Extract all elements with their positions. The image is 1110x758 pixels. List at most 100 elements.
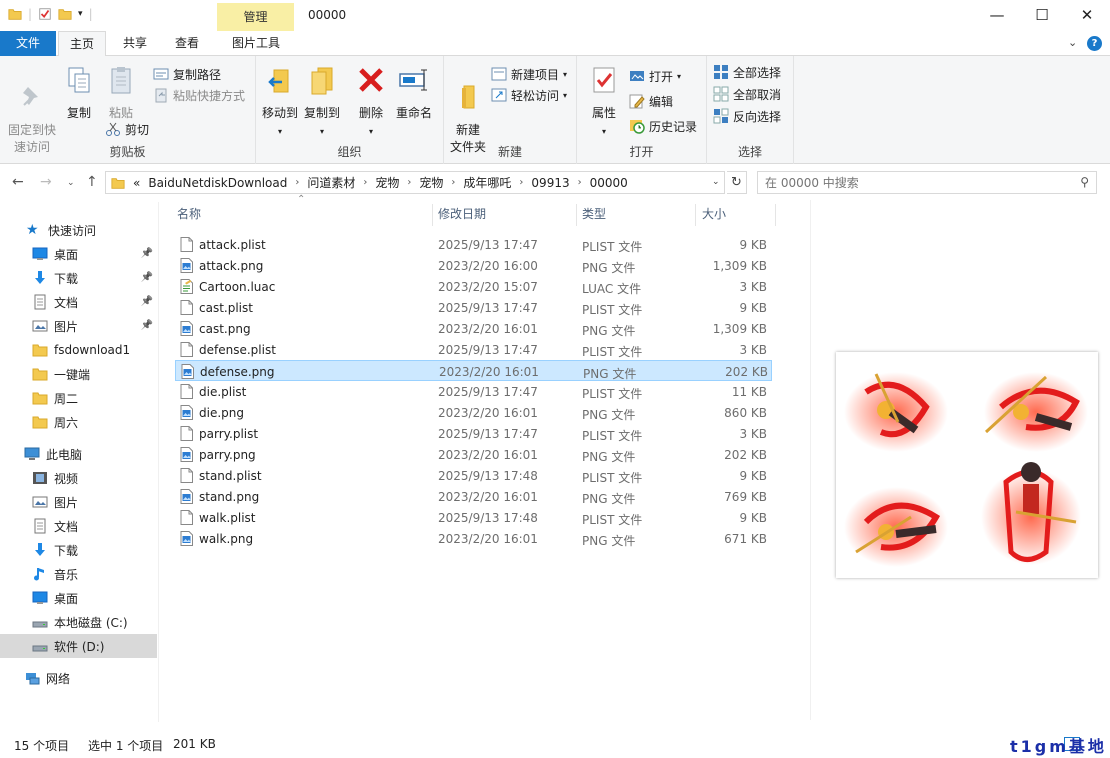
copy-button[interactable]: 复制 — [62, 64, 96, 122]
ribbon-collapse-icon[interactable]: ⌄ — [1068, 36, 1077, 49]
breadcrumb-separator-icon[interactable]: › — [407, 177, 411, 188]
nav-quick-item[interactable]: fsdownload1 — [0, 338, 157, 362]
breadcrumb-overflow[interactable]: « — [133, 176, 140, 190]
nav-pc-item[interactable]: 本地磁盘 (C:) — [0, 610, 157, 634]
file-row[interactable]: stand.plist 2025/9/13 17:48 PLIST 文件 9 KB — [175, 465, 772, 486]
breadcrumb-item[interactable]: 宠物 — [375, 174, 399, 191]
file-type: PNG 文件 — [583, 367, 637, 381]
file-row[interactable]: attack.png 2023/2/20 16:00 PNG 文件 1,309 KB — [175, 255, 772, 276]
preview-divider[interactable] — [810, 200, 811, 720]
copy-to-button[interactable]: 复制到 ▾ — [302, 64, 342, 140]
nav-quick-item[interactable]: 图片 📌 — [0, 314, 157, 338]
file-row[interactable]: walk.plist 2025/9/13 17:48 PLIST 文件 9 KB — [175, 507, 772, 528]
paste-shortcut-button[interactable]: 粘贴快捷方式 — [153, 85, 245, 105]
folder-icon[interactable] — [8, 7, 22, 21]
address-bar[interactable]: « BaiduNetdiskDownload › 问道素材 › 宠物 › 宠物 › 成年… — [105, 171, 725, 194]
column-header-name[interactable]: 名称 — [160, 200, 432, 228]
close-button[interactable]: ✕ — [1064, 0, 1110, 31]
customize-dropdown-icon[interactable]: ▾ — [78, 9, 83, 19]
tab-share[interactable]: 共享 — [112, 31, 158, 56]
nav-this-pc[interactable]: 此电脑 — [0, 442, 157, 466]
column-header-date[interactable]: 修改日期 — [421, 200, 576, 228]
tab-picture-tools[interactable]: 图片工具 — [219, 31, 293, 56]
rename-button[interactable]: 重命名 — [392, 64, 436, 122]
breadcrumb-separator-icon[interactable]: › — [519, 177, 523, 188]
nav-quick-item[interactable]: 一键端 — [0, 362, 157, 386]
copy-path-button[interactable]: 复制路径 — [153, 64, 221, 84]
file-row[interactable]: walk.png 2023/2/20 16:01 PNG 文件 671 KB — [175, 528, 772, 549]
column-divider[interactable] — [775, 204, 776, 226]
breadcrumb-separator-icon[interactable]: › — [578, 177, 582, 188]
forward-icon[interactable]: → — [40, 174, 52, 190]
open-button[interactable]: 打开 ▾ — [629, 66, 681, 86]
file-row[interactable]: defense.png 2023/2/20 16:01 PNG 文件 202 KB — [175, 360, 772, 381]
column-header-type[interactable]: 类型 — [565, 200, 695, 228]
maximize-button[interactable]: ☐ — [1019, 0, 1065, 31]
minimize-button[interactable]: — — [974, 0, 1020, 31]
recent-locations-icon[interactable]: ⌄ — [67, 178, 75, 188]
breadcrumb-item[interactable]: 09913 — [531, 176, 569, 190]
breadcrumb-separator-icon[interactable]: › — [363, 177, 367, 188]
file-row[interactable]: die.plist 2025/9/13 17:47 PLIST 文件 11 KB — [175, 381, 772, 402]
edit-button[interactable]: 编辑 — [629, 91, 673, 111]
tab-file[interactable]: 文件 — [0, 31, 56, 56]
breadcrumb-item[interactable]: 成年哪吒 — [463, 174, 511, 191]
file-row[interactable]: die.png 2023/2/20 16:01 PNG 文件 860 KB — [175, 402, 772, 423]
nav-quick-access[interactable]: ★ 快速访问 — [0, 218, 157, 242]
pane-divider[interactable] — [158, 202, 159, 722]
select-none-button[interactable]: 全部取消 — [713, 84, 781, 104]
invert-selection-button[interactable]: 反向选择 — [713, 106, 781, 126]
delete-button[interactable]: 删除 ▾ — [355, 64, 387, 140]
file-list: 名称 ⌃ 修改日期 类型 大小 attack.plist 2025/9/13 17… — [160, 194, 810, 720]
nav-pc-item[interactable]: 视频 — [0, 466, 157, 490]
address-dropdown-icon[interactable]: ⌄ — [712, 177, 720, 187]
nav-network[interactable]: 网络 — [0, 666, 157, 690]
breadcrumb-item[interactable]: BaiduNetdiskDownload — [148, 176, 287, 190]
select-all-button[interactable]: 全部选择 — [713, 62, 781, 82]
new-folder-icon[interactable] — [58, 7, 72, 21]
up-icon[interactable]: ↑ — [86, 174, 98, 190]
file-row[interactable]: Cartoon.luac 2023/2/20 15:07 LUAC 文件 3 KB — [175, 276, 772, 297]
properties-button[interactable]: 属性 ▾ — [585, 64, 623, 140]
history-button[interactable]: 历史记录 — [629, 116, 697, 136]
move-to-button[interactable]: 移动到 ▾ — [260, 64, 300, 140]
nav-pc-item[interactable]: 图片 — [0, 490, 157, 514]
back-icon[interactable]: ← — [12, 174, 24, 190]
file-row[interactable]: defense.plist 2025/9/13 17:47 PLIST 文件 3 KB — [175, 339, 772, 360]
nav-pc-item[interactable]: 下载 — [0, 538, 157, 562]
easy-access-button[interactable]: 轻松访问 ▾ — [491, 85, 567, 105]
tab-view[interactable]: 查看 — [164, 31, 210, 56]
file-row[interactable]: stand.png 2023/2/20 16:01 PNG 文件 769 KB — [175, 486, 772, 507]
search-input[interactable] — [765, 172, 1065, 193]
column-header-size[interactable]: 大小 — [685, 200, 775, 228]
nav-quick-item[interactable]: 下载 📌 — [0, 266, 157, 290]
breadcrumb-separator-icon[interactable]: › — [451, 177, 455, 188]
help-icon[interactable]: ? — [1087, 36, 1102, 51]
nav-quick-item[interactable]: 周二 — [0, 386, 157, 410]
paste-button[interactable]: 粘贴 — [102, 64, 140, 122]
nav-pc-item[interactable]: 软件 (D:) — [0, 634, 157, 658]
breadcrumb-item[interactable]: 问道素材 — [307, 174, 355, 191]
refresh-icon[interactable]: ↻ — [727, 171, 747, 194]
breadcrumb-item[interactable]: 宠物 — [419, 174, 443, 191]
file-row[interactable]: cast.png 2023/2/20 16:01 PNG 文件 1,309 KB — [175, 318, 772, 339]
nav-quick-item[interactable]: 文档 📌 — [0, 290, 157, 314]
search-box[interactable]: ⚲ — [757, 171, 1097, 194]
tab-home[interactable]: 主页 — [58, 31, 106, 57]
file-row[interactable]: parry.png 2023/2/20 16:01 PNG 文件 202 KB — [175, 444, 772, 465]
file-row[interactable]: parry.plist 2025/9/13 17:47 PLIST 文件 3 KB — [175, 423, 772, 444]
file-icon — [180, 510, 193, 525]
nav-pc-item[interactable]: 文档 — [0, 514, 157, 538]
nav-pc-item[interactable]: 桌面 — [0, 586, 157, 610]
cut-button[interactable]: 剪切 — [105, 119, 149, 139]
nav-quick-item[interactable]: 桌面 📌 — [0, 242, 157, 266]
manage-context-tab[interactable]: 管理 — [217, 3, 294, 31]
new-item-button[interactable]: 新建项目 ▾ — [491, 64, 567, 84]
file-row[interactable]: attack.plist 2025/9/13 17:47 PLIST 文件 9 KB — [175, 234, 772, 255]
properties-icon[interactable] — [38, 7, 52, 21]
nav-quick-item[interactable]: 周六 — [0, 410, 157, 434]
breadcrumb-separator-icon[interactable]: › — [295, 177, 299, 188]
file-row[interactable]: cast.plist 2025/9/13 17:47 PLIST 文件 9 KB — [175, 297, 772, 318]
breadcrumb-item[interactable]: 00000 — [590, 176, 628, 190]
nav-pc-item[interactable]: 音乐 — [0, 562, 157, 586]
